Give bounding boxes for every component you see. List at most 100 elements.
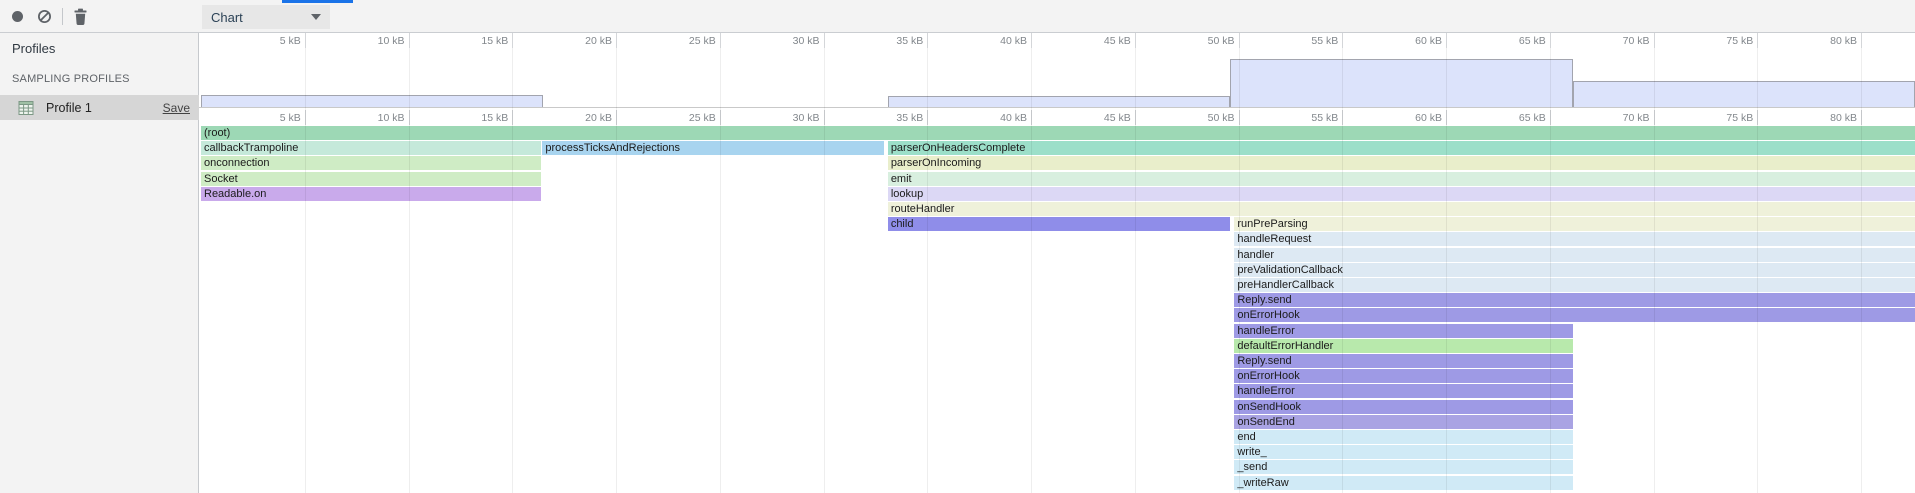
axis-tick <box>1239 110 1240 125</box>
axis-tick <box>1031 110 1032 125</box>
sidebar-item-profile-1[interactable]: Profile 1 Save <box>0 95 199 120</box>
axis-tick <box>1861 33 1862 48</box>
flame-bar[interactable]: emit <box>888 172 1915 186</box>
flame-bar[interactable]: callbackTrampoline <box>201 141 541 155</box>
axis-tick-label: 25 kB <box>689 35 720 47</box>
record-button[interactable] <box>3 0 31 33</box>
axis-tick-label: 80 kB <box>1830 112 1861 124</box>
flame-bar[interactable]: routeHandler <box>888 202 1915 216</box>
axis-tick <box>1135 33 1136 48</box>
flame-bar[interactable]: handleError <box>1234 324 1572 338</box>
flame-bar[interactable]: Socket <box>201 172 541 186</box>
axis-tick <box>824 110 825 125</box>
record-icon <box>12 11 23 22</box>
axis-tick <box>1239 33 1240 48</box>
flame-bar[interactable]: onSendHook <box>1234 400 1572 414</box>
memory-overview-strip[interactable] <box>199 48 1915 108</box>
profiler-toolbar: Chart <box>0 0 1915 33</box>
axis-tick-label: 40 kB <box>1000 35 1031 47</box>
flame-bar[interactable]: parserOnIncoming <box>888 156 1915 170</box>
clear-icon <box>37 9 52 24</box>
active-tab-indicator <box>282 0 353 3</box>
axis-tick <box>1654 110 1655 125</box>
chevron-down-icon <box>311 14 321 20</box>
axis-tick-label: 15 kB <box>481 35 512 47</box>
axis-tick-label: 60 kB <box>1415 112 1446 124</box>
axis-tick-label: 30 kB <box>793 112 824 124</box>
flame-bar[interactable]: write_ <box>1234 445 1572 459</box>
flame-bar[interactable]: onErrorHook <box>1234 369 1572 383</box>
axis-tick <box>305 110 306 125</box>
axis-tick-label: 75 kB <box>1726 112 1757 124</box>
view-mode-select[interactable]: Chart <box>202 5 330 29</box>
axis-tick-label: 25 kB <box>689 112 720 124</box>
overview-step[interactable] <box>201 95 543 107</box>
flame-bar[interactable]: _send <box>1234 460 1572 474</box>
flame-bar[interactable]: lookup <box>888 187 1915 201</box>
flame-chart-pane: 5 kB 10 kB 15 kB 20 kB 25 kB 30 kB 35 kB 40 kB 4… <box>199 33 1915 493</box>
axis-tick-label: 10 kB <box>378 35 409 47</box>
flame-chart: (root)callbackTrampolineprocessTicksAndR… <box>199 126 1915 493</box>
axis-tick <box>1342 33 1343 48</box>
axis-tick <box>409 110 410 125</box>
flame-bar[interactable]: onErrorHook <box>1234 308 1915 322</box>
axis-tick-label: 20 kB <box>585 112 616 124</box>
axis-tick-label: 70 kB <box>1623 112 1654 124</box>
memory-profiler-panel: Chart Profiles SAMPLING PROFILES Profile… <box>0 0 1915 493</box>
flame-bar[interactable]: preValidationCallback <box>1234 263 1915 277</box>
flame-bar[interactable]: (root) <box>201 126 1915 140</box>
axis-tick <box>720 110 721 125</box>
axis-tick-label: 5 kB <box>280 112 305 124</box>
delete-profile-button[interactable] <box>66 0 94 33</box>
axis-tick <box>1446 33 1447 48</box>
flame-bar[interactable]: handleRequest <box>1234 232 1915 246</box>
flame-bar[interactable]: preHandlerCallback <box>1234 278 1915 292</box>
flame-bar[interactable]: Reply.send <box>1234 354 1572 368</box>
axis-tick <box>927 110 928 125</box>
axis-tick <box>1135 110 1136 125</box>
overview-ruler: 5 kB10 kB15 kB20 kB25 kB30 kB35 kB40 kB4… <box>199 33 1915 48</box>
axis-tick <box>305 33 306 48</box>
flame-bar[interactable]: onconnection <box>201 156 541 170</box>
axis-tick-label: 20 kB <box>585 35 616 47</box>
flame-bar[interactable]: end <box>1234 430 1572 444</box>
axis-tick-label: 50 kB <box>1208 35 1239 47</box>
flame-bar[interactable]: child <box>888 217 1230 231</box>
flame-bar[interactable]: onSendEnd <box>1234 415 1572 429</box>
detail-ruler: 5 kB10 kB15 kB20 kB25 kB30 kB35 kB40 kB4… <box>199 110 1915 125</box>
axis-tick <box>512 110 513 125</box>
axis-tick-label: 55 kB <box>1311 112 1342 124</box>
axis-tick-label: 45 kB <box>1104 35 1135 47</box>
axis-tick <box>409 33 410 48</box>
clear-all-button[interactable] <box>30 0 58 33</box>
axis-tick <box>1031 33 1032 48</box>
overview-step[interactable] <box>888 96 1230 107</box>
flame-bar[interactable]: runPreParsing <box>1234 217 1915 231</box>
axis-tick <box>1757 33 1758 48</box>
save-profile-link[interactable]: Save <box>163 101 190 115</box>
overview-step[interactable] <box>1573 81 1915 107</box>
axis-tick-label: 40 kB <box>1000 112 1031 124</box>
flame-bar[interactable]: Readable.on <box>201 187 541 201</box>
profile-icon <box>18 100 34 116</box>
flame-bar[interactable]: handleError <box>1234 384 1572 398</box>
axis-tick-label: 5 kB <box>280 35 305 47</box>
flame-bar[interactable]: processTicksAndRejections <box>542 141 883 155</box>
flame-bar[interactable]: Reply.send <box>1234 293 1915 307</box>
axis-tick <box>927 33 928 48</box>
axis-tick <box>616 33 617 48</box>
flame-bar[interactable]: parserOnHeadersComplete <box>888 141 1915 155</box>
flame-bar[interactable]: defaultErrorHandler <box>1234 339 1572 353</box>
trash-icon <box>73 8 88 25</box>
axis-tick <box>1550 110 1551 125</box>
axis-tick-label: 80 kB <box>1830 35 1861 47</box>
axis-tick <box>1342 110 1343 125</box>
axis-tick <box>1550 33 1551 48</box>
flame-bar[interactable]: _writeRaw <box>1234 476 1572 490</box>
axis-tick-label: 70 kB <box>1623 35 1654 47</box>
overview-step[interactable] <box>1230 59 1572 107</box>
flame-bar[interactable]: handler <box>1234 248 1915 262</box>
axis-tick <box>1757 110 1758 125</box>
axis-tick-label: 35 kB <box>896 35 927 47</box>
axis-tick-label: 65 kB <box>1519 35 1550 47</box>
